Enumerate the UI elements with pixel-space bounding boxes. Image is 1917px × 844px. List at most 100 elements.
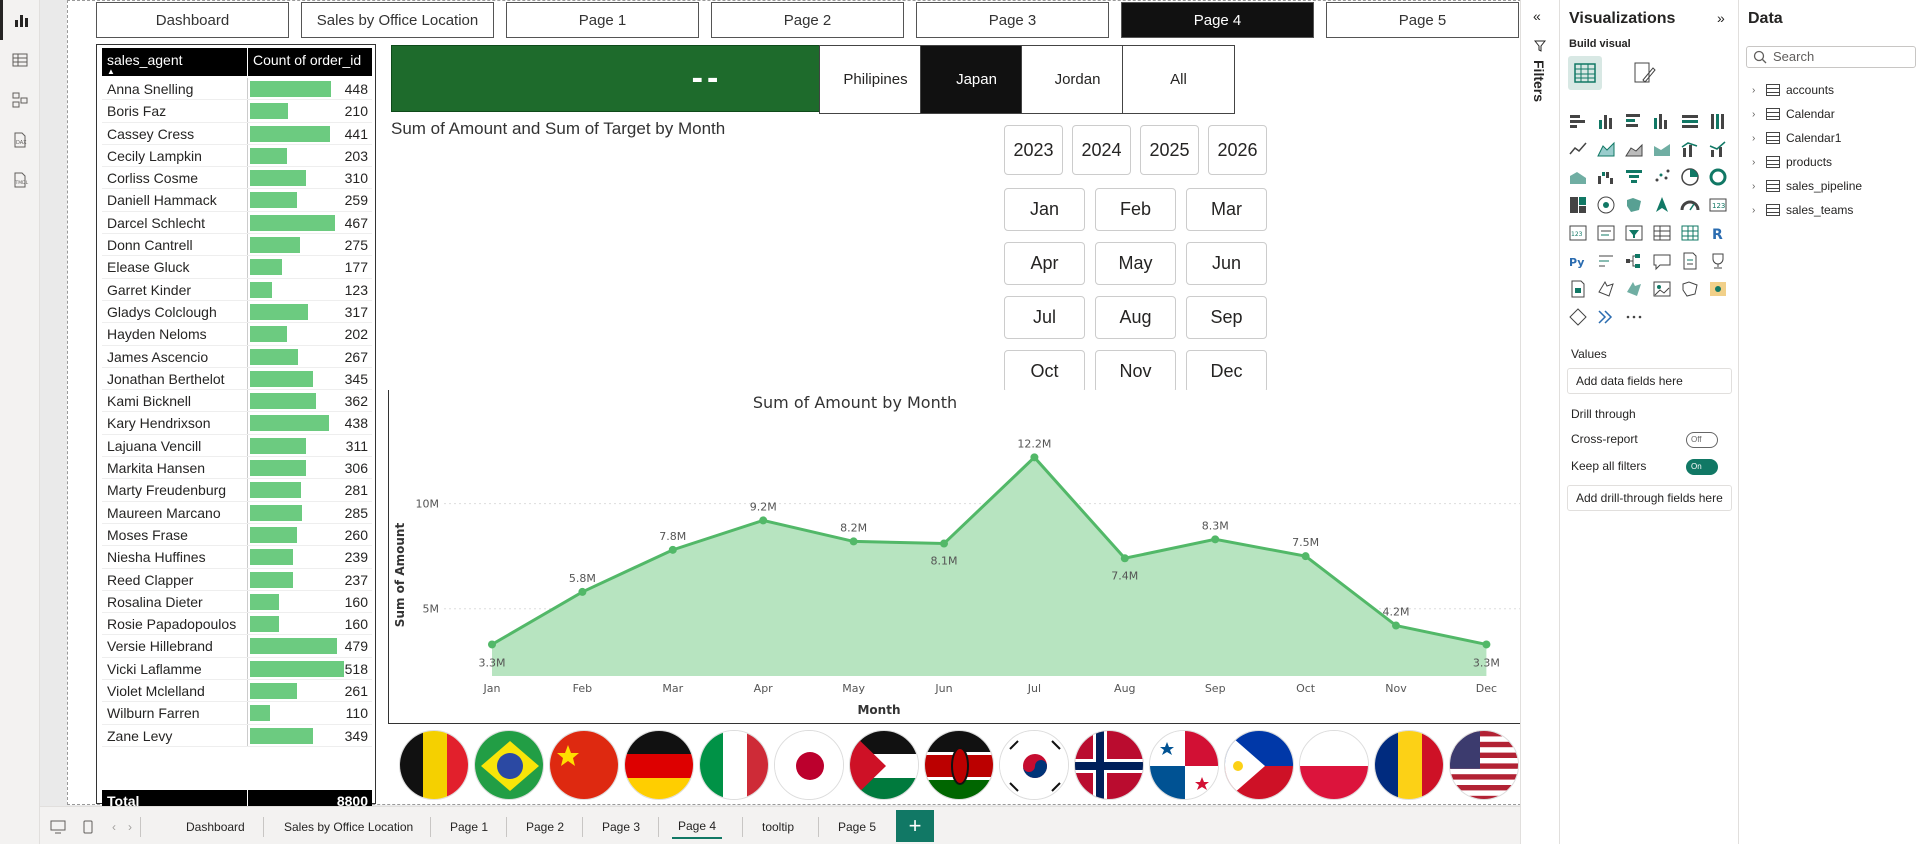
line-column-icon[interactable]	[1679, 138, 1701, 160]
model-view-icon[interactable]	[0, 80, 40, 120]
table-row[interactable]: Jonathan Berthelot 345	[102, 367, 372, 391]
table-row[interactable]: Rosalina Dieter 160	[102, 590, 372, 614]
table-row[interactable]: Moses Frase 260	[102, 523, 372, 547]
tab-tooltip[interactable]: tooltip	[756, 815, 800, 839]
data-point[interactable]	[578, 587, 587, 596]
line-chart-icon[interactable]	[1567, 138, 1589, 160]
multi-card-icon[interactable]: 123	[1567, 222, 1589, 244]
expand-chevron-icon[interactable]: ›	[1752, 157, 1762, 168]
table-view-icon[interactable]	[0, 40, 40, 80]
card-icon[interactable]: 123	[1707, 194, 1729, 216]
stacked-area-icon[interactable]	[1623, 138, 1645, 160]
flag-kenya-icon[interactable]	[924, 730, 994, 800]
cross-report-toggle[interactable]: Off	[1686, 432, 1718, 448]
stacked-column-icon[interactable]	[1595, 110, 1617, 132]
add-page-button[interactable]: +	[896, 810, 934, 842]
year-button-2023[interactable]: 2023	[1004, 125, 1063, 175]
nav-button-page-3[interactable]: Page 3	[916, 2, 1109, 38]
table-row[interactable]: Vicki Laflamme 518	[102, 657, 372, 681]
data-table-calendar[interactable]: › Calendar	[1752, 104, 1835, 124]
data-table-sales-teams[interactable]: › sales_teams	[1752, 200, 1853, 220]
filled-map-icon[interactable]	[1623, 194, 1645, 216]
expand-filters-icon[interactable]: «	[1533, 8, 1541, 24]
flag-philippines-icon[interactable]	[1224, 730, 1294, 800]
column-header-sales-agent[interactable]: sales_agent ▲	[102, 48, 248, 76]
country-button-philipines[interactable]: Philipines	[819, 45, 932, 114]
line-clustered-icon[interactable]	[1707, 138, 1729, 160]
image-icon[interactable]	[1679, 278, 1701, 300]
expand-chevron-icon[interactable]: ›	[1752, 85, 1762, 96]
flag-romania-icon[interactable]	[1374, 730, 1444, 800]
area-chart-icon[interactable]	[1595, 138, 1617, 160]
python-visual-icon[interactable]	[1595, 250, 1617, 272]
year-button-2025[interactable]: 2025	[1140, 125, 1199, 175]
azure-map-icon[interactable]	[1651, 194, 1673, 216]
country-button-japan[interactable]: Japan	[920, 45, 1033, 114]
nav-button-page-5[interactable]: Page 5	[1326, 2, 1519, 38]
arcgis-icon[interactable]	[1567, 306, 1589, 328]
data-point[interactable]	[1301, 552, 1310, 561]
funnel-icon[interactable]	[1623, 166, 1645, 188]
month-button-oct[interactable]: Oct	[1004, 350, 1085, 393]
expand-chevron-icon[interactable]: ›	[1752, 181, 1762, 192]
r-visual-icon[interactable]: R	[1707, 222, 1729, 244]
table-row[interactable]: Kary Hendrixson 438	[102, 412, 372, 435]
donut-icon[interactable]	[1707, 166, 1729, 188]
nav-button-sales-by-office[interactable]: Sales by Office Location	[301, 2, 494, 38]
flag-usa-icon[interactable]	[1449, 730, 1519, 800]
month-button-aug[interactable]: Aug	[1095, 296, 1176, 339]
desktop-layout-icon[interactable]	[48, 817, 68, 837]
table-row[interactable]: Rosie Papadopoulos 160	[102, 613, 372, 636]
data-table-products[interactable]: › products	[1752, 152, 1832, 172]
report-view-icon[interactable]	[0, 0, 40, 40]
sales-agent-table[interactable]: sales_agent ▲ Count of order_id Anna Snel…	[96, 44, 376, 812]
qna-icon[interactable]	[1679, 250, 1701, 272]
100-bar-icon[interactable]	[1679, 110, 1701, 132]
table-row[interactable]: Darcel Schlecht 467	[102, 211, 372, 235]
month-button-feb[interactable]: Feb	[1095, 188, 1176, 231]
gauge-icon[interactable]	[1679, 194, 1701, 216]
collapse-visualizations-icon[interactable]: »	[1717, 10, 1725, 26]
filters-pane-collapsed[interactable]: « Filters	[1520, 0, 1560, 844]
month-button-jan[interactable]: Jan	[1004, 188, 1085, 231]
table-row[interactable]: Garret Kinder 123	[102, 278, 372, 301]
data-point[interactable]	[1120, 554, 1129, 563]
values-well[interactable]: Add data fields here	[1567, 368, 1732, 394]
month-button-nov[interactable]: Nov	[1095, 350, 1176, 393]
data-point[interactable]	[1030, 453, 1039, 462]
month-button-dec[interactable]: Dec	[1186, 350, 1267, 393]
data-point[interactable]	[940, 539, 948, 548]
data-search-input[interactable]: Search	[1746, 46, 1916, 68]
table-row[interactable]: Zane Levy 349	[102, 724, 372, 747]
table-row[interactable]: Donn Cantrell 275	[102, 234, 372, 257]
tab-page-4[interactable]: Page 4	[672, 815, 723, 839]
chevrons-icon[interactable]	[1623, 306, 1645, 328]
month-button-mar[interactable]: Mar	[1186, 188, 1267, 231]
pie-chart-icon[interactable]	[1679, 166, 1701, 188]
stacked-bar-icon[interactable]	[1567, 110, 1589, 132]
100-area-icon[interactable]	[1651, 138, 1673, 160]
tab-page-5[interactable]: Page 5	[832, 815, 882, 839]
table-row[interactable]: Daniell Hammack 259	[102, 189, 372, 212]
flag-brazil-icon[interactable]	[474, 730, 544, 800]
keep-all-filters-toggle[interactable]: On	[1686, 459, 1718, 475]
amount-by-month-chart[interactable]: Sum of Amount by Month Sum of Amount Mon…	[388, 390, 1541, 724]
month-button-jun[interactable]: Jun	[1186, 242, 1267, 285]
drill-through-well[interactable]: Add drill-through fields here	[1567, 485, 1732, 511]
table-row[interactable]: Cecily Lampkin 203	[102, 144, 372, 168]
table-row[interactable]: Marty Freudenburg 281	[102, 479, 372, 502]
shape-map-icon[interactable]	[1707, 278, 1729, 300]
data-point[interactable]	[1392, 621, 1400, 630]
waterfall-icon[interactable]	[1595, 166, 1617, 188]
table-row[interactable]: James Ascencio 267	[102, 345, 372, 368]
dax-query-icon[interactable]: DAX	[0, 120, 40, 160]
data-table-accounts[interactable]: › accounts	[1752, 80, 1834, 100]
nav-button-page-2[interactable]: Page 2	[711, 2, 904, 38]
diamond-icon[interactable]	[1595, 306, 1617, 328]
table-row[interactable]: Cassey Cress 441	[102, 122, 372, 145]
mobile-layout-icon[interactable]	[78, 817, 98, 837]
power-apps-icon[interactable]	[1623, 278, 1645, 300]
data-point[interactable]	[1482, 640, 1491, 649]
expand-chevron-icon[interactable]: ›	[1752, 109, 1762, 120]
flag-belgium-icon[interactable]	[399, 730, 469, 800]
